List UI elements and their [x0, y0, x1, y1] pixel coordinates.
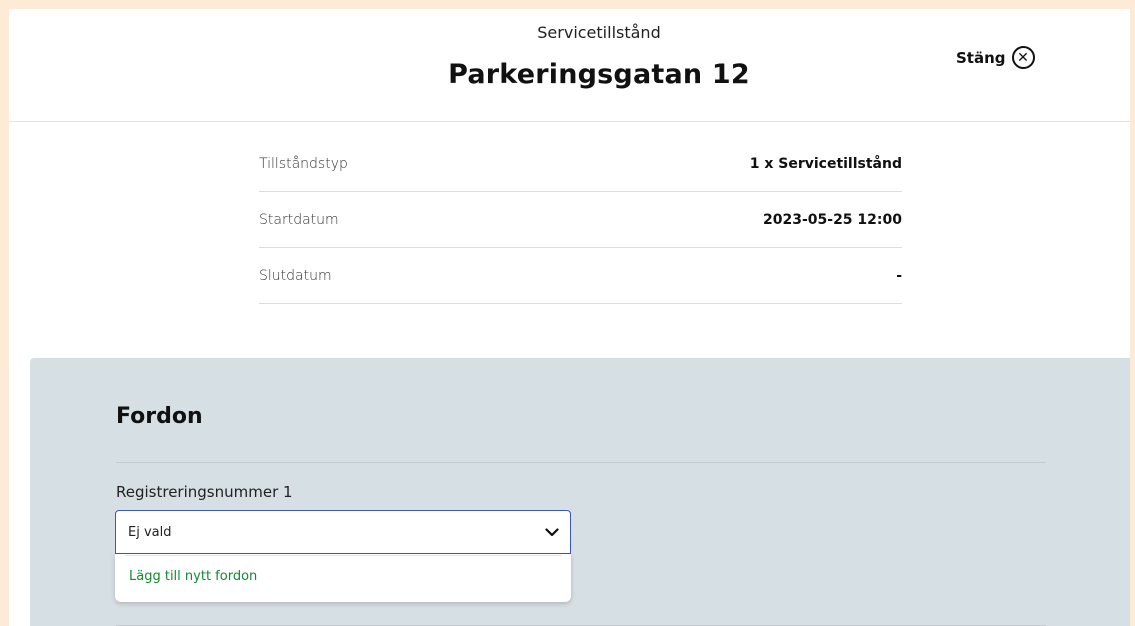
detail-row-permit-type: Tillståndstyp 1 x Servicetillstånd — [259, 136, 902, 192]
detail-label: Startdatum — [259, 211, 339, 228]
detail-label: Slutdatum — [259, 267, 332, 284]
close-label: Stäng — [956, 48, 1006, 67]
registration-field-label: Registreringsnummer 1 — [116, 483, 293, 501]
detail-row-end-date: Slutdatum - — [259, 248, 902, 304]
dropdown-divider — [125, 555, 561, 556]
registration-dropdown-menu: Lägg till nytt fordon — [115, 554, 571, 602]
add-vehicle-option[interactable]: Lägg till nytt fordon — [129, 569, 257, 584]
chevron-down-icon — [544, 524, 560, 540]
select-value: Ej vald — [128, 524, 172, 540]
section-divider — [116, 462, 1046, 463]
close-icon: ✕ — [1011, 46, 1035, 69]
detail-value: 2023-05-25 12:00 — [763, 211, 902, 228]
vehicle-section: Fordon Registreringsnummer 1 Ej vald Läg… — [30, 358, 1130, 626]
registration-select[interactable]: Ej vald — [115, 510, 571, 554]
close-button[interactable]: Stäng ✕ — [956, 46, 1035, 69]
detail-row-start-date: Startdatum 2023-05-25 12:00 — [259, 192, 902, 248]
detail-value: - — [896, 267, 902, 284]
detail-value: 1 x Servicetillstånd — [749, 155, 902, 172]
permit-type-subtitle: Servicetillstånd — [537, 23, 661, 42]
permit-dialog: Servicetillstånd Parkeringsgatan 12 Stän… — [9, 9, 1130, 626]
detail-label: Tillståndstyp — [259, 155, 348, 172]
dialog-header: Servicetillstånd Parkeringsgatan 12 Stän… — [9, 9, 1130, 122]
vehicle-heading: Fordon — [116, 404, 203, 429]
permit-details: Tillståndstyp 1 x Servicetillstånd Start… — [259, 136, 902, 304]
